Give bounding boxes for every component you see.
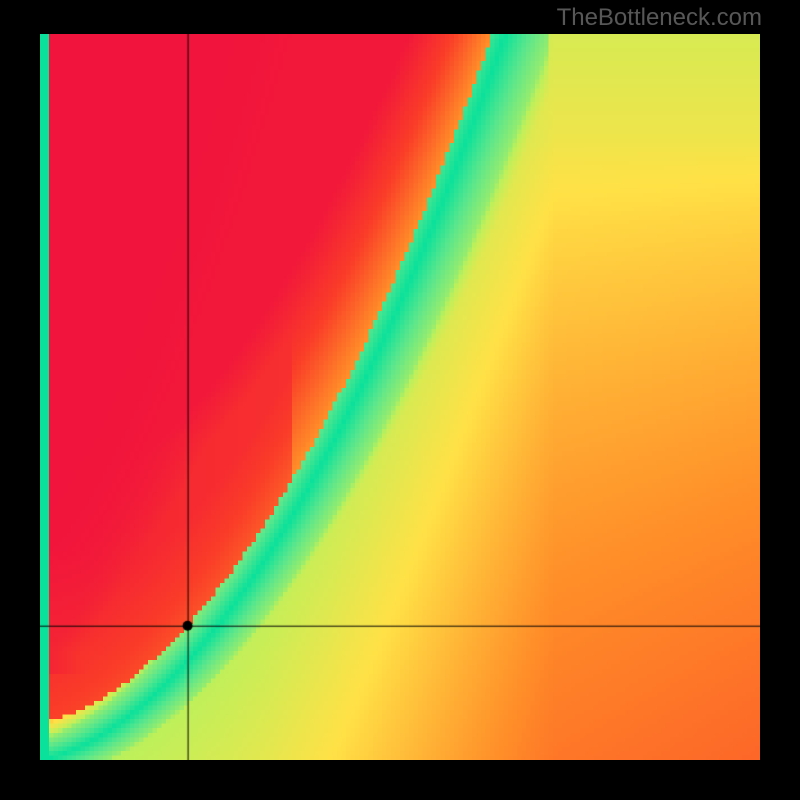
watermark-text: TheBottleneck.com [557, 4, 762, 32]
chart-frame: TheBottleneck.com [0, 0, 800, 800]
overlay-canvas [40, 34, 760, 760]
